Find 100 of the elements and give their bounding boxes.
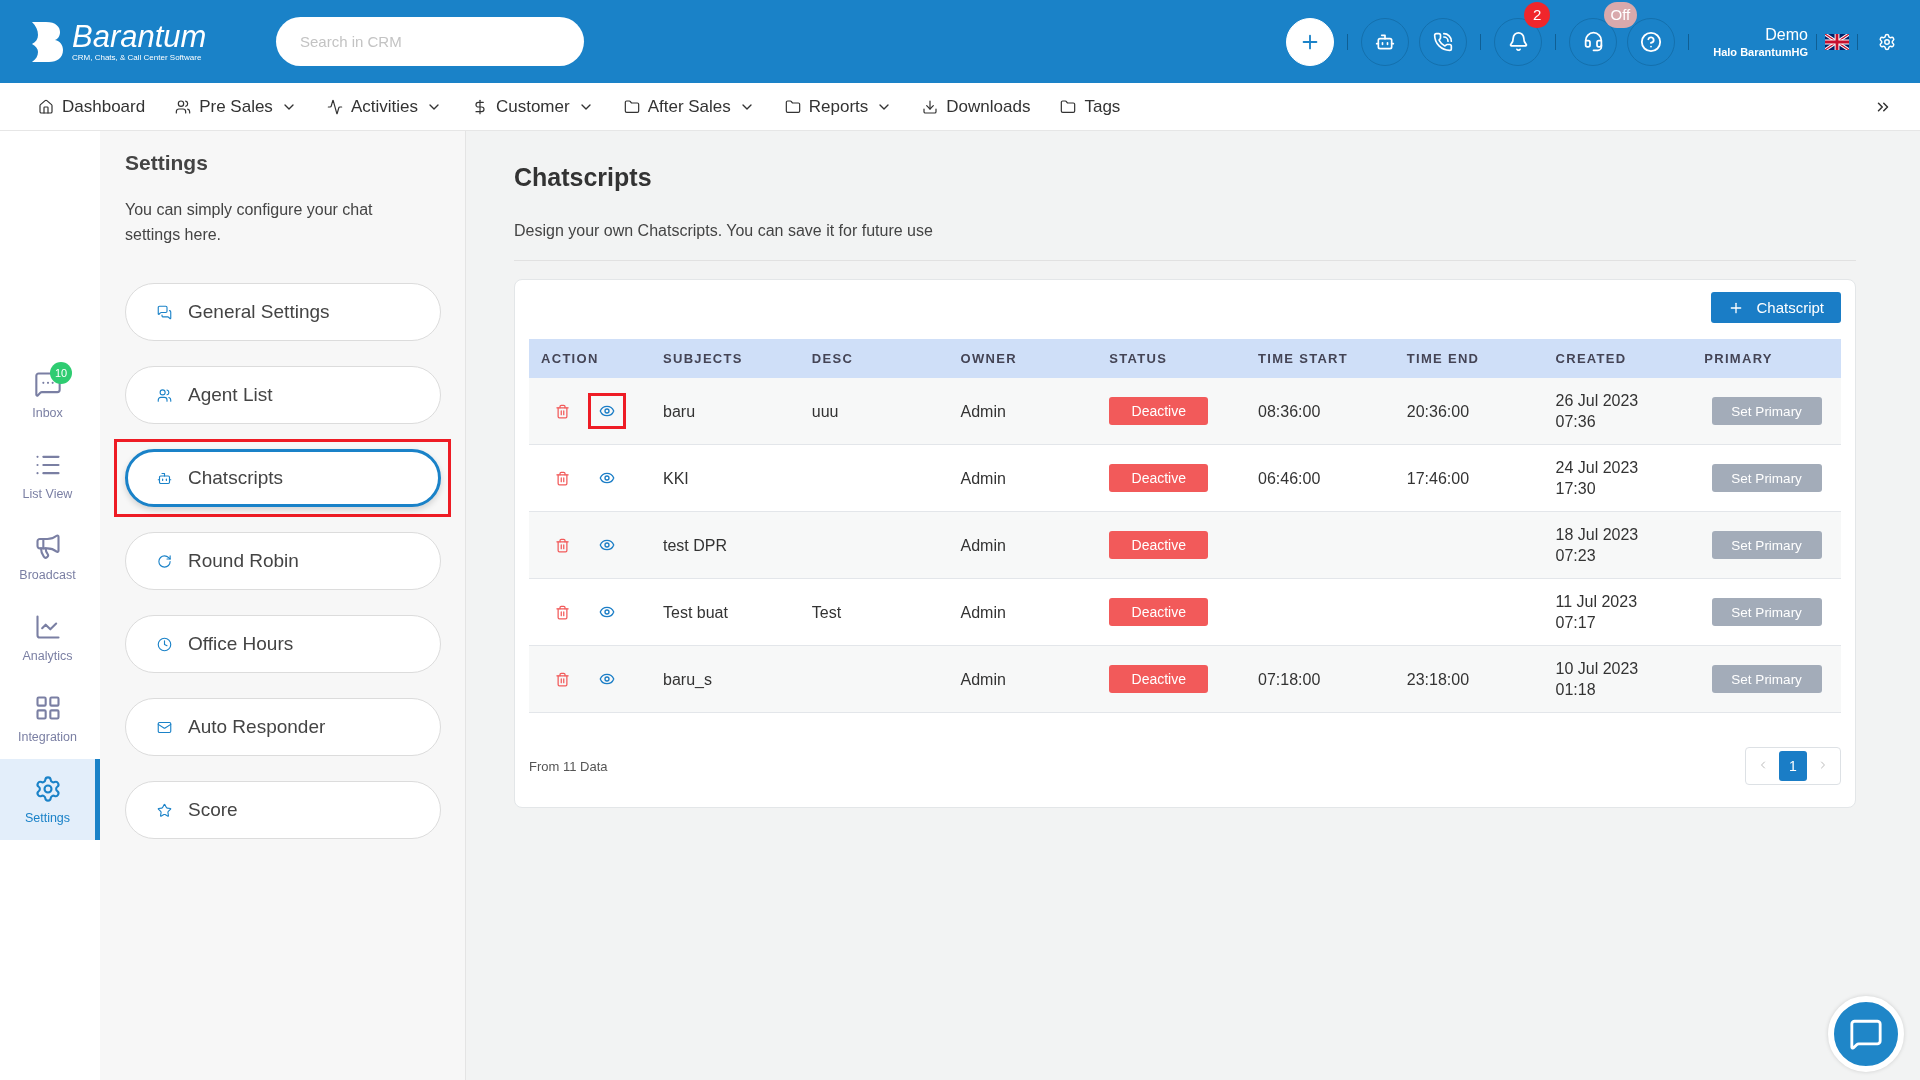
eye-icon: [599, 537, 615, 553]
table-cell-text: 17:46:00: [1406, 468, 1470, 489]
status-badge: Deactive: [1109, 598, 1209, 626]
status-badge: Deactive: [1109, 665, 1209, 693]
table-cell-text: Admin: [960, 669, 1006, 690]
table-cell-text: uuu: [811, 401, 839, 422]
help-icon: [1640, 30, 1663, 53]
settings-menu-item[interactable]: General Settings: [125, 283, 441, 341]
delete-button[interactable]: [555, 403, 570, 419]
rail-item[interactable]: List View: [0, 435, 100, 516]
grid-icon: [33, 693, 62, 722]
status-badge: Deactive: [1109, 531, 1209, 559]
nav-item[interactable]: Downloads: [922, 96, 1031, 117]
home-icon: [38, 98, 54, 115]
trash-icon: [555, 537, 570, 553]
settings-menu-item[interactable]: Round Robin: [125, 532, 441, 590]
table-cell-text: Test buat: [663, 602, 728, 623]
users-icon: [175, 98, 192, 115]
chat-widget-button[interactable]: [1828, 996, 1904, 1072]
settings-menu-item[interactable]: Score: [125, 781, 441, 839]
flag-icon[interactable]: [1825, 33, 1849, 50]
status-badge: Deactive: [1109, 464, 1209, 492]
column-header: TIME START: [1257, 350, 1350, 368]
view-button[interactable]: [599, 537, 615, 553]
rail-item[interactable]: Analytics: [0, 597, 100, 678]
rail-item[interactable]: Inbox 10: [0, 354, 100, 435]
page-button[interactable]: 1: [1779, 751, 1807, 781]
view-button[interactable]: [599, 403, 615, 419]
table-cell-text: baru_s: [663, 669, 712, 690]
bell-icon: [1507, 31, 1529, 52]
logo-name: Barantum: [72, 20, 207, 53]
trash-icon: [555, 403, 570, 419]
settings-menu-item[interactable]: Agent List: [125, 366, 441, 424]
folder-icon: [784, 98, 801, 115]
settings-icon: [1878, 32, 1896, 51]
trash-icon: [555, 470, 570, 486]
mail-icon: [157, 719, 172, 735]
table-cell-text: Admin: [960, 468, 1006, 489]
phone-icon: [1433, 31, 1454, 52]
rail-item[interactable]: Broadcast: [0, 516, 100, 597]
table-cell-text: KKI: [663, 468, 689, 489]
settings-menu-item[interactable]: Chatscripts: [125, 449, 441, 507]
status-badge: Deactive: [1109, 397, 1209, 425]
settings-button[interactable]: [1878, 32, 1896, 51]
headset-icon: [1582, 31, 1604, 52]
pulse-icon: [326, 98, 343, 115]
view-button[interactable]: [599, 671, 615, 687]
settings-menu-item[interactable]: Office Hours: [125, 615, 441, 673]
eye-icon: [599, 470, 615, 486]
user-name: Demo: [1765, 25, 1808, 44]
column-header: CREATED: [1554, 350, 1628, 368]
nav-item[interactable]: Pre Sales: [175, 96, 297, 117]
settings-icon: [33, 774, 62, 803]
notification-count: 2: [1524, 1, 1551, 28]
settings-menu-item[interactable]: Auto Responder: [125, 698, 441, 756]
rail-item[interactable]: Settings: [0, 759, 100, 840]
column-header: DESC: [810, 350, 855, 368]
user-organization: Halo BarantumHG: [1713, 45, 1808, 58]
agent-status-badge: Off: [1603, 1, 1638, 28]
users-icon: [157, 387, 172, 403]
column-header: ACTION: [540, 350, 600, 368]
table-cell-text: 26 Jul 2023 07:36: [1555, 391, 1640, 432]
delete-button[interactable]: [555, 470, 570, 486]
folder-icon: [1060, 98, 1077, 115]
column-header: PRIMARY: [1703, 350, 1774, 368]
record-count: From 11 Data: [529, 758, 608, 774]
chart-icon: [33, 612, 62, 641]
table-cell-text: 10 Jul 2023 01:18: [1555, 659, 1640, 700]
star-icon: [157, 802, 172, 818]
nav-item[interactable]: Dashboard: [38, 96, 146, 117]
column-header: STATUS: [1108, 350, 1169, 368]
page-description: Design your own Chatscripts. You can save it for future use: [514, 222, 1856, 261]
nav-item[interactable]: Activities: [326, 96, 442, 117]
nav-item[interactable]: Reports: [784, 96, 893, 117]
eye-icon: [599, 403, 615, 419]
panel-title: Settings: [125, 151, 209, 175]
table-cell-text: Admin: [960, 602, 1006, 623]
nav-item[interactable]: Customer: [471, 96, 594, 117]
table-cell-text: 11 Jul 2023 07:17: [1555, 592, 1639, 633]
nav-item[interactable]: After Sales: [623, 96, 755, 117]
table-cell-text: test DPR: [663, 535, 727, 556]
add-chatscript-button[interactable]: Chatscript: [1711, 292, 1841, 323]
column-header: OWNER: [959, 350, 1018, 368]
table-cell-text: 20:36:00: [1406, 401, 1470, 422]
count-badge: 10: [50, 362, 72, 384]
view-button[interactable]: [599, 604, 615, 620]
eye-icon: [599, 671, 615, 687]
table-cell-text: 24 Jul 2023 17:30: [1555, 458, 1640, 499]
delete-button[interactable]: [555, 537, 570, 553]
chat-icon: [1849, 1017, 1883, 1051]
nav-item[interactable]: Tags: [1060, 96, 1121, 117]
table-cell-text: 08:36:00: [1258, 401, 1321, 422]
table-cell-text: Admin: [960, 535, 1006, 556]
delete-button[interactable]: [555, 671, 570, 687]
view-button[interactable]: [599, 470, 615, 486]
rail-item[interactable]: Integration: [0, 678, 100, 759]
robot-icon: [157, 470, 172, 486]
delete-button[interactable]: [555, 604, 570, 620]
table-cell-text: Admin: [960, 401, 1006, 422]
search-field[interactable]: Search in CRM: [276, 17, 584, 66]
